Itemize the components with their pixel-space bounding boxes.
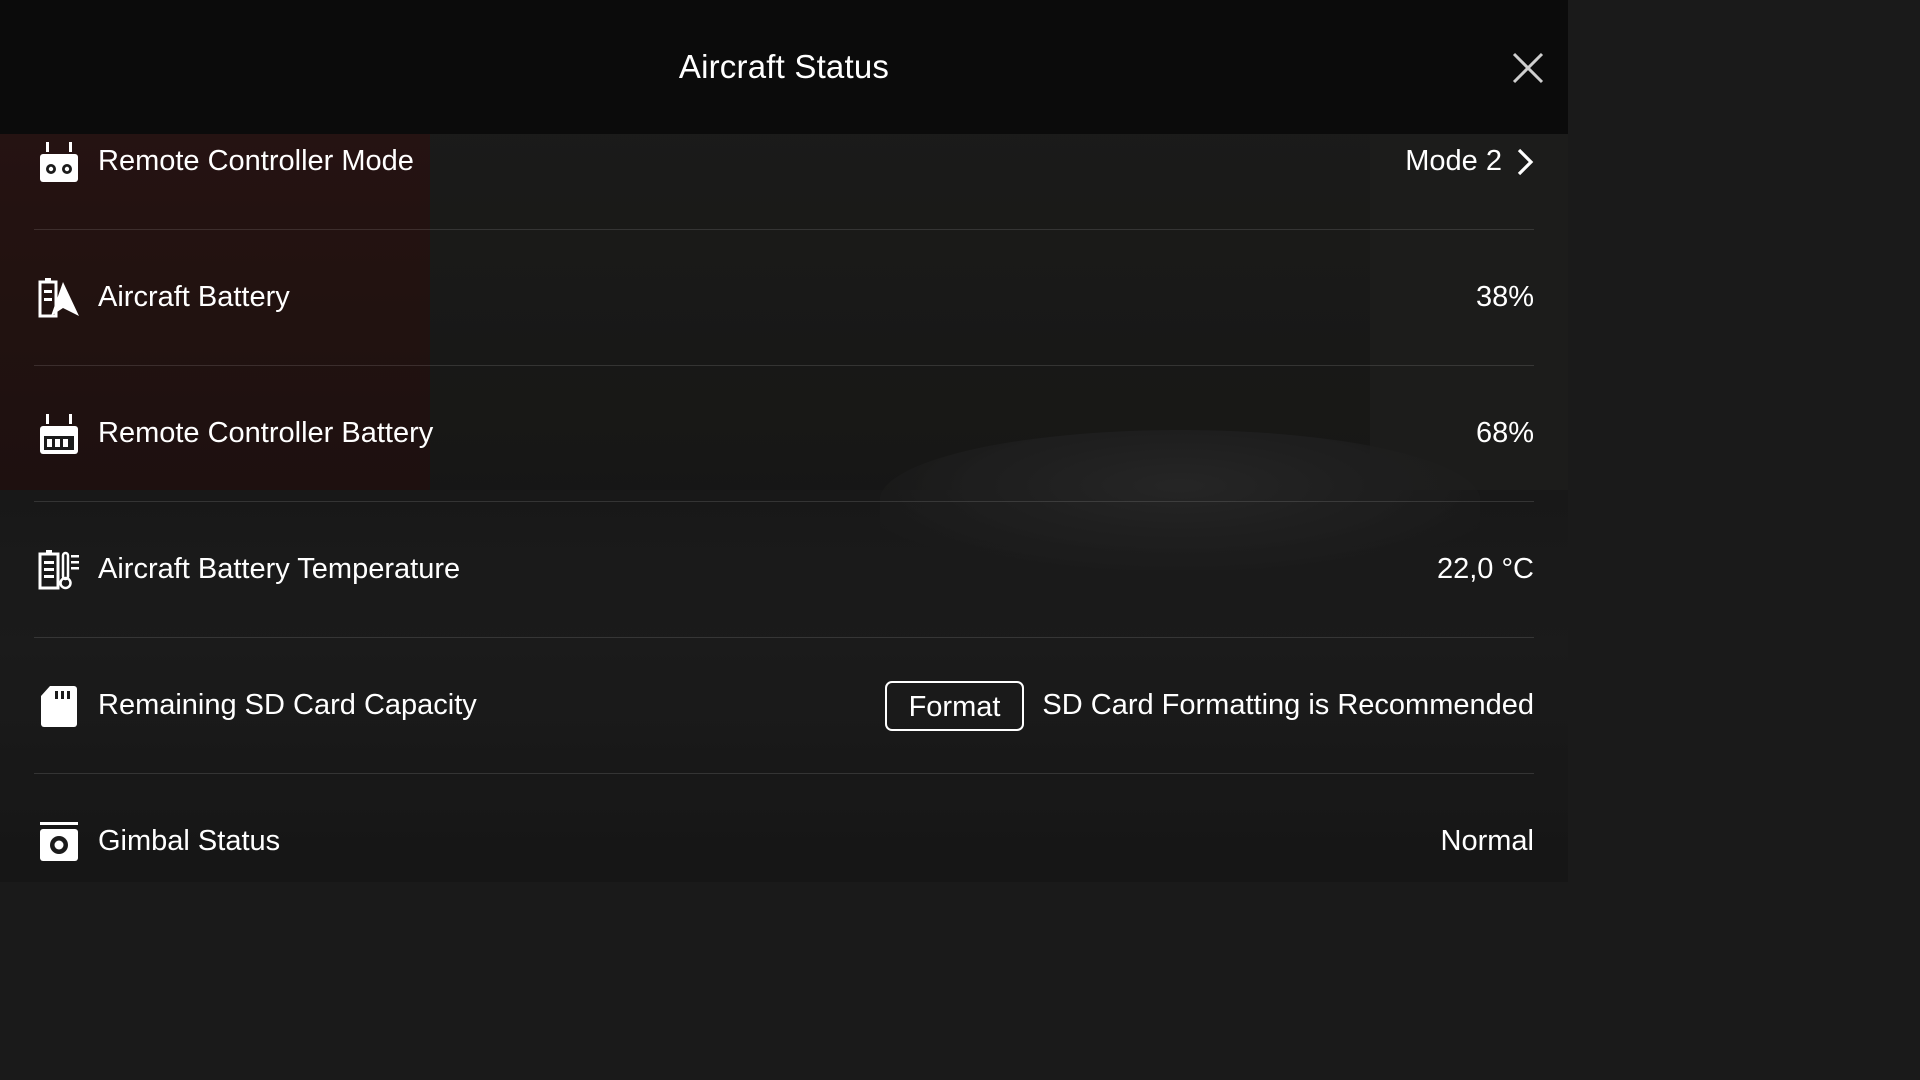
header-bar: Aircraft Status xyxy=(0,0,1568,134)
aircraft-status-screen: Aircraft Status Remote Controller Mode M… xyxy=(0,0,1568,882)
sd-card-icon xyxy=(36,683,82,729)
row-battery-temperature: Aircraft Battery Temperature 22,0 °C xyxy=(34,502,1534,638)
aircraft-battery-icon xyxy=(36,275,82,321)
row-label: Remaining SD Card Capacity xyxy=(98,689,477,721)
sd-card-status: SD Card Formatting is Recommended xyxy=(1042,689,1534,721)
row-aircraft-battery: Aircraft Battery 38% xyxy=(34,230,1534,366)
battery-temperature-icon xyxy=(36,547,82,593)
close-icon[interactable] xyxy=(1510,50,1546,86)
row-rc-battery: Remote Controller Battery 68% xyxy=(34,366,1534,502)
rc-mode-value[interactable]: Mode 2 xyxy=(1405,145,1534,178)
row-gimbal-status: Gimbal Status Normal xyxy=(34,774,1534,882)
row-label: Aircraft Battery xyxy=(98,281,290,313)
rc-mode-text: Mode 2 xyxy=(1405,145,1502,177)
page-title: Aircraft Status xyxy=(678,48,890,85)
row-label: Gimbal Status xyxy=(98,825,281,857)
row-sd-card: Remaining SD Card Capacity Format SD Car… xyxy=(34,638,1534,774)
aircraft-battery-value: 38% xyxy=(1475,281,1534,313)
gimbal-status-value: Normal xyxy=(1440,825,1534,857)
battery-temperature-value: 22,0 °C xyxy=(1436,553,1534,585)
rc-battery-value: 68% xyxy=(1475,417,1534,449)
row-label: Remote Controller Mode xyxy=(98,145,414,177)
rc-battery-icon xyxy=(36,411,82,457)
gimbal-camera-icon xyxy=(36,819,82,865)
remote-controller-icon xyxy=(36,139,82,185)
row-label: Remote Controller Battery xyxy=(98,417,434,449)
row-label: Aircraft Battery Temperature xyxy=(98,553,461,585)
chevron-right-icon xyxy=(1517,148,1534,175)
format-button[interactable]: Format xyxy=(884,680,1025,731)
status-list: Remote Controller Mode Mode 2 Aircraft B xyxy=(34,94,1534,882)
